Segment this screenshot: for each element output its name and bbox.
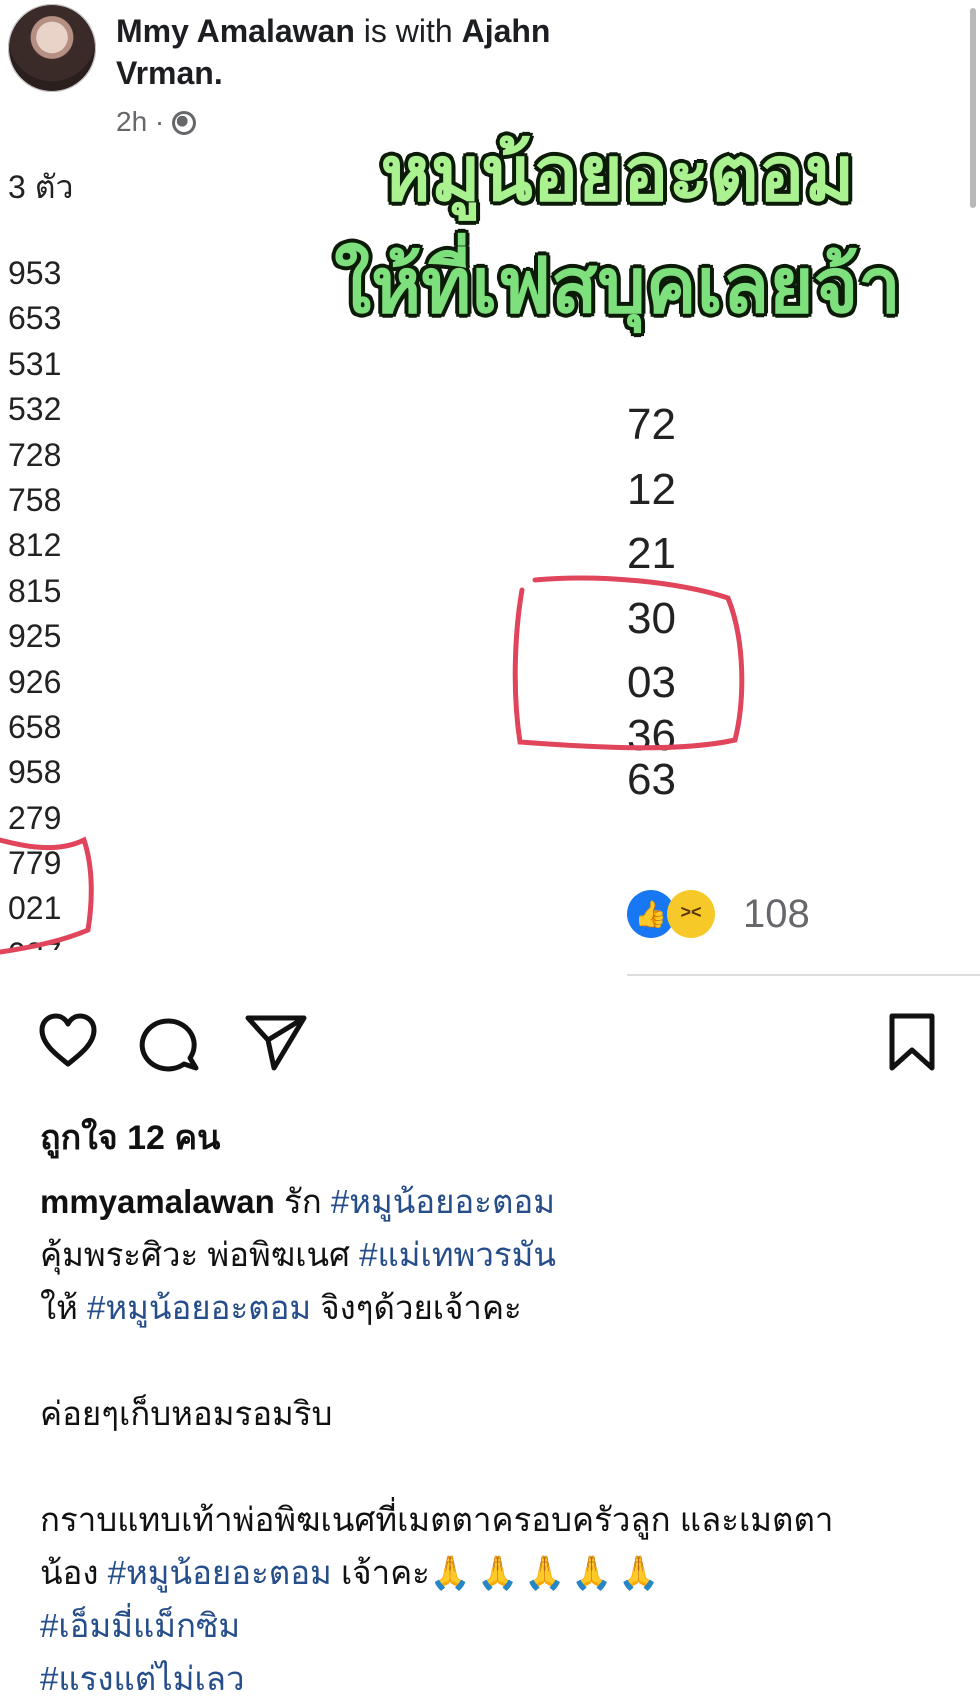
number-item: 03	[627, 658, 676, 707]
post-time: 2h ·	[116, 106, 197, 138]
bookmark-icon[interactable]	[880, 1010, 944, 1074]
caption-line: คุ้มพระศิวะ พ่อพิฆเนศ #แม่เทพวรมัน	[40, 1228, 950, 1281]
number-item: 658	[8, 708, 62, 745]
caption-line: ค่อยๆเก็บหอมรอมริบ	[40, 1395, 333, 1432]
number-item: 728	[8, 436, 62, 473]
number-item: 958	[8, 754, 62, 791]
hashtag-link[interactable]: #หมูน้อยอะตอม	[87, 1289, 311, 1326]
caption-text: จิงๆด้วยเจ้าคะ	[311, 1289, 522, 1326]
haha-reaction-icon: ><	[667, 890, 715, 938]
caption-text: คุ้มพระศิวะ พ่อพิฆเนศ	[40, 1236, 360, 1273]
hashtag-link[interactable]: #แรงแต่ไม่เลว	[40, 1660, 245, 1697]
number-item: 30	[627, 593, 676, 643]
number-item: 926	[8, 663, 62, 700]
time-text: 2h ·	[116, 106, 165, 137]
post-caption: mmyamalawan รัก #หมูน้อยอะตอม คุ้มพระศิว…	[40, 1175, 950, 1705]
number-item: 653	[8, 300, 62, 337]
number-item: 532	[8, 391, 62, 428]
number-item: 812	[8, 527, 62, 564]
globe-icon	[172, 111, 197, 135]
reaction-count: 108	[743, 892, 810, 936]
pray-emoji: 🙏🙏🙏🙏🙏	[429, 1554, 666, 1591]
number-item: 36	[627, 718, 676, 751]
hashtag-link[interactable]: #เอ็มมี่แม็กซิม	[40, 1607, 240, 1644]
list-clip	[0, 950, 110, 980]
scrollbar[interactable]	[970, 8, 976, 208]
caption-line: #เอ็มมี่แม็กซิม	[40, 1599, 950, 1652]
caption-line: #แรงแต่ไม่เลว	[40, 1652, 950, 1705]
likes-count[interactable]: ถูกใจ 12 คน	[40, 1110, 220, 1164]
caption-text: รัก	[274, 1183, 331, 1220]
caption-text: น้อง	[40, 1554, 108, 1591]
hashtag-link[interactable]: #แม่เทพวรมัน	[359, 1236, 556, 1273]
caption-blank-line	[40, 1334, 950, 1387]
number-item: 63	[627, 754, 676, 804]
facebook-post-screenshot: Mmy Amalawan is with Ajahn Vrman. 2h · 3…	[0, 0, 980, 980]
post-header: Mmy Amalawan is with Ajahn Vrman.	[116, 10, 636, 94]
number-item: 021	[8, 890, 62, 927]
three-digit-label: 3 ตัว	[8, 169, 74, 205]
number-item: 279	[8, 799, 62, 836]
instagram-action-bar	[0, 1010, 980, 1074]
three-digit-list: 953 653 531 532 728 758 812 815 925 926 …	[8, 254, 61, 980]
number-item: 21	[627, 529, 676, 578]
headline-line-2: ให้ที่เฟสบุคเลยจ้า	[334, 241, 901, 330]
heart-icon[interactable]	[36, 1010, 100, 1074]
caption-username[interactable]: mmyamalawan	[40, 1183, 275, 1220]
caption-line: น้อง #หมูน้อยอะตอม เจ้าคะ🙏🙏🙏🙏🙏	[40, 1546, 950, 1599]
number-item: 72	[627, 400, 676, 449]
number-item: 779	[8, 845, 62, 882]
number-item: 758	[8, 481, 62, 518]
number-item: 815	[8, 572, 62, 609]
caption-line: กราบแทบเท้าพ่อพิฆเนศที่เมตตาครอบครัวลูก …	[40, 1501, 834, 1538]
caption-line: ให้ #หมูน้อยอะตอม จิงๆด้วยเจ้าคะ	[40, 1281, 950, 1334]
hashtag-link[interactable]: #หมูน้อยอะตอม	[108, 1554, 332, 1591]
caption-text: ให้	[40, 1289, 88, 1326]
headline-line-1: หมูน้อยอะตอม	[380, 129, 855, 218]
divider	[627, 974, 980, 976]
number-item: 925	[8, 618, 62, 655]
with-text: is with	[354, 13, 462, 49]
caption-blank-line	[40, 1440, 950, 1493]
number-item: 953	[8, 255, 62, 291]
hashtag-link[interactable]: #หมูน้อยอะตอม	[331, 1183, 555, 1220]
headline-overlay: หมูน้อยอะตอม ให้ที่เฟสบุคเลยจ้า	[255, 118, 980, 342]
avatar[interactable]	[8, 4, 96, 92]
two-digit-list: 72 12 21 30 03 36 63	[627, 396, 676, 815]
comment-icon[interactable]	[138, 1010, 202, 1074]
number-item: 531	[8, 345, 62, 382]
caption-text: เจ้าคะ	[331, 1554, 430, 1591]
caption-line: mmyamalawan รัก #หมูน้อยอะตอม	[40, 1175, 950, 1228]
send-icon[interactable]	[244, 1010, 308, 1074]
number-item: 12	[627, 464, 676, 514]
author-name[interactable]: Mmy Amalawan	[116, 13, 355, 49]
